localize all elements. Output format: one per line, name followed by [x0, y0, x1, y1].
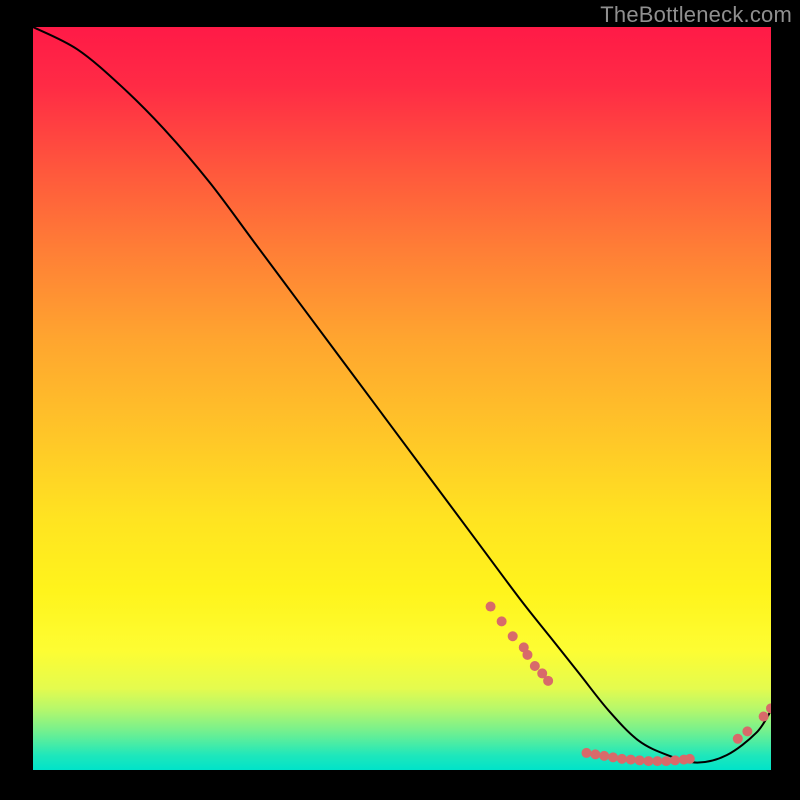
data-dot	[590, 749, 600, 759]
chart-container: TheBottleneck.com	[0, 0, 800, 800]
data-dot	[766, 703, 771, 713]
data-dot	[652, 756, 662, 766]
plot-area	[33, 27, 771, 770]
data-dot	[670, 755, 680, 765]
data-dot	[599, 751, 609, 761]
data-dot	[742, 726, 752, 736]
data-dot	[497, 616, 507, 626]
data-dot	[685, 754, 695, 764]
data-dot	[643, 756, 653, 766]
data-dot	[486, 602, 496, 612]
data-dot	[522, 650, 532, 660]
data-dot	[635, 755, 645, 765]
data-dot	[733, 734, 743, 744]
data-dot	[608, 752, 618, 762]
data-dot	[617, 754, 627, 764]
data-dot	[543, 676, 553, 686]
data-dot	[582, 748, 592, 758]
data-dot	[759, 712, 769, 722]
data-dot	[508, 631, 518, 641]
data-dot	[661, 756, 671, 766]
data-dot	[626, 755, 636, 765]
data-dots	[33, 27, 771, 770]
data-dot	[530, 661, 540, 671]
watermark-text: TheBottleneck.com	[600, 2, 792, 28]
